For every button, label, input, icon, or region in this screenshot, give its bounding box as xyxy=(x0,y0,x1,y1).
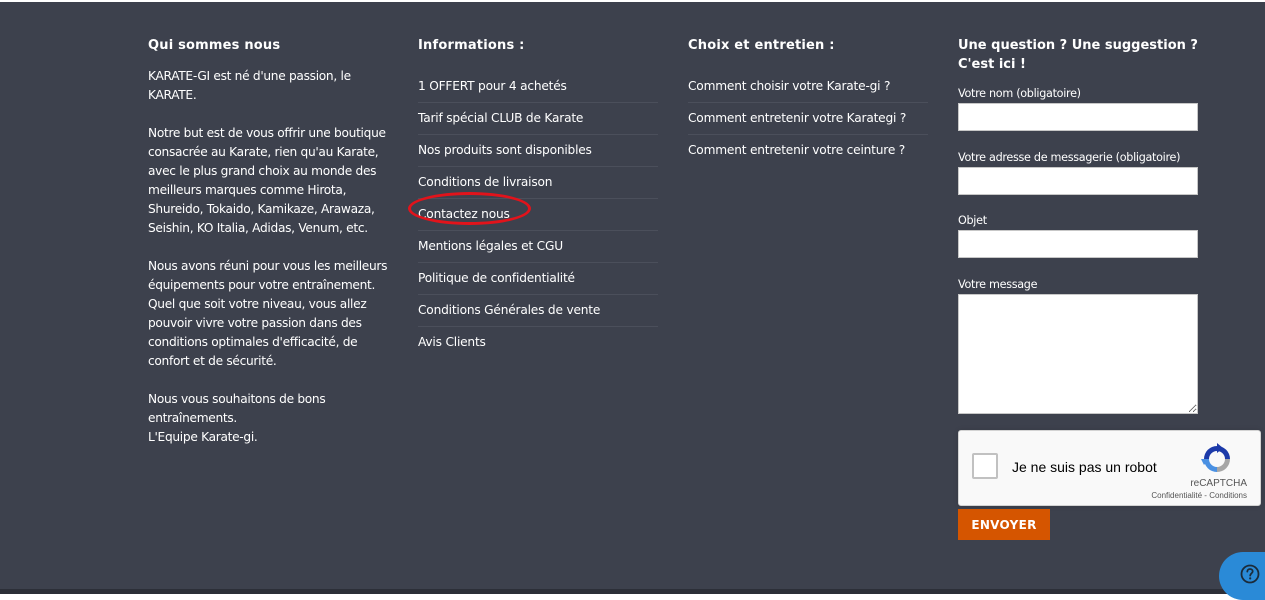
footer-bottom-bar xyxy=(0,589,1265,594)
name-label: Votre nom (obligatoire) xyxy=(958,87,1081,100)
link-delivery-conditions[interactable]: Conditions de livraison xyxy=(418,167,658,199)
link-choose-karategi[interactable]: Comment choisir votre Karate-gi ? xyxy=(688,71,928,103)
subject-label: Objet xyxy=(958,214,987,227)
link-terms-of-sale[interactable]: Conditions Générales de vente xyxy=(418,295,658,327)
recaptcha-label: Je ne suis pas un robot xyxy=(1012,459,1157,475)
recaptcha-terms-link[interactable]: Conditions xyxy=(1209,491,1247,500)
about-text: KARATE-GI est né d'une passion, le KARAT… xyxy=(148,67,388,447)
message-textarea[interactable] xyxy=(958,294,1198,414)
link-offer[interactable]: 1 OFFERT pour 4 achetés xyxy=(418,71,658,103)
contact-form-section: Une question ? Une suggestion ? C'est ic… xyxy=(958,36,1218,74)
help-icon xyxy=(1240,564,1260,584)
recaptcha-terms-links: Confidentialité - Conditions xyxy=(1151,491,1247,500)
link-maintain-belt[interactable]: Comment entretenir votre ceinture ? xyxy=(688,135,928,166)
care-section: Choix et entretien : Comment choisir vot… xyxy=(688,36,928,166)
recaptcha-logo-icon xyxy=(1201,443,1230,472)
link-legal-notice[interactable]: Mentions légales et CGU xyxy=(418,231,658,263)
help-bubble-button[interactable] xyxy=(1219,552,1265,600)
name-input[interactable] xyxy=(958,103,1198,131)
link-products-available[interactable]: Nos produits sont disponibles xyxy=(418,135,658,167)
about-paragraph-3: Nous avons réuni pour vous les meilleurs… xyxy=(148,259,388,368)
about-title: Qui sommes nous xyxy=(148,38,281,53)
informations-links: 1 OFFERT pour 4 achetés Tarif spécial CL… xyxy=(418,71,658,358)
email-label: Votre adresse de messagerie (obligatoire… xyxy=(958,151,1181,164)
about-paragraph-1: KARATE-GI est né d'une passion, le KARAT… xyxy=(148,69,351,102)
informations-section: Informations : 1 OFFERT pour 4 achetés T… xyxy=(418,36,658,358)
link-privacy-policy[interactable]: Politique de confidentialité xyxy=(418,263,658,295)
care-links: Comment choisir votre Karate-gi ? Commen… xyxy=(688,71,928,166)
care-title: Choix et entretien : xyxy=(688,38,835,53)
recaptcha-widget: Je ne suis pas un robot reCAPTCHA Confid… xyxy=(958,430,1261,506)
contact-form-title: Une question ? Une suggestion ? C'est ic… xyxy=(958,38,1198,72)
message-label: Votre message xyxy=(958,278,1038,291)
email-input[interactable] xyxy=(958,167,1198,195)
subject-input[interactable] xyxy=(958,230,1198,258)
recaptcha-privacy-link[interactable]: Confidentialité xyxy=(1151,491,1202,500)
about-section: Qui sommes nous KARATE-GI est né d'une p… xyxy=(148,36,388,447)
link-club-pricing[interactable]: Tarif spécial CLUB de Karate xyxy=(418,103,658,135)
about-signature: L'Equipe Karate-gi. xyxy=(148,430,258,444)
informations-title: Informations : xyxy=(418,38,525,53)
link-maintain-karategi[interactable]: Comment entretenir votre Karategi ? xyxy=(688,103,928,135)
recaptcha-checkbox[interactable] xyxy=(972,453,998,479)
about-paragraph-4: Nous vous souhaitons de bons entraînemen… xyxy=(148,392,326,425)
link-customer-reviews[interactable]: Avis Clients xyxy=(418,327,658,358)
submit-button[interactable]: ENVOYER xyxy=(958,509,1050,540)
recaptcha-brand: reCAPTCHA xyxy=(1190,478,1247,489)
link-contact[interactable]: Contactez nous xyxy=(418,199,658,231)
about-paragraph-2: Notre but est de vous offrir une boutiqu… xyxy=(148,126,386,235)
